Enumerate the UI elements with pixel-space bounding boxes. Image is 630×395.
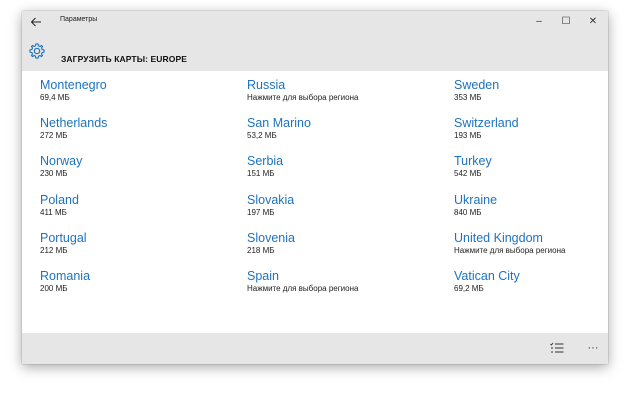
country-name: Netherlands — [40, 116, 108, 130]
country-name: Serbia — [247, 154, 284, 168]
country-item[interactable]: Norway 230 МБ — [40, 154, 240, 188]
country-size: 197 МБ — [247, 208, 275, 217]
country-name: Switzerland — [454, 116, 519, 130]
country-size: 69,2 МБ — [454, 284, 484, 293]
country-size: 69,4 МБ — [40, 93, 70, 102]
checklist-icon[interactable] — [547, 340, 567, 356]
country-item[interactable]: Romania 200 МБ — [40, 269, 240, 303]
country-name: Portugal — [40, 231, 87, 245]
country-item[interactable]: Sweden 353 МБ — [454, 78, 630, 112]
country-size: Нажмите для выбора региона — [247, 93, 359, 102]
page-title: ЗАГРУЗИТЬ КАРТЫ: EUROPE — [61, 54, 188, 64]
maximize-button[interactable]: ☐ — [553, 13, 579, 31]
country-item[interactable]: Serbia 151 МБ — [247, 154, 447, 188]
country-item[interactable]: Turkey 542 МБ — [454, 154, 630, 188]
country-size: Нажмите для выбора региона — [247, 284, 359, 293]
country-size: 840 МБ — [454, 208, 482, 217]
country-grid: Montenegro 69,4 МБ Netherlands 272 МБ No… — [40, 78, 600, 328]
country-item[interactable]: Ukraine 840 МБ — [454, 193, 630, 227]
minimize-button[interactable]: – — [526, 13, 552, 31]
country-size: 193 МБ — [454, 131, 482, 140]
country-item[interactable]: Vatican City 69,2 МБ — [454, 269, 630, 303]
country-name: Poland — [40, 193, 79, 207]
country-item[interactable]: Portugal 212 МБ — [40, 231, 240, 265]
country-size: 151 МБ — [247, 169, 275, 178]
country-size: 218 МБ — [247, 246, 275, 255]
country-size: 230 МБ — [40, 169, 68, 178]
country-name: Turkey — [454, 154, 492, 168]
page-header: ЗАГРУЗИТЬ КАРТЫ: EUROPE — [22, 33, 608, 71]
gear-icon — [28, 42, 46, 60]
country-name: Ukraine — [454, 193, 498, 207]
country-size: 200 МБ — [40, 284, 68, 293]
country-name: Russia — [247, 78, 286, 92]
country-item[interactable]: Spain Нажмите для выбора региона — [247, 269, 447, 303]
country-name: Montenegro — [40, 78, 107, 92]
command-bar: ··· — [22, 333, 608, 364]
country-name: San Marino — [247, 116, 311, 130]
country-item[interactable]: United Kingdom Нажмите для выбора регион… — [454, 231, 630, 265]
back-arrow-icon[interactable] — [28, 14, 44, 30]
more-icon[interactable]: ··· — [583, 340, 603, 356]
country-item[interactable]: Poland 411 МБ — [40, 193, 240, 227]
title-bar: Параметры – ☐ ✕ — [22, 11, 608, 33]
country-size: 212 МБ — [40, 246, 68, 255]
country-size: 53,2 МБ — [247, 131, 277, 140]
country-item[interactable]: Montenegro 69,4 МБ — [40, 78, 240, 112]
country-size: 542 МБ — [454, 169, 482, 178]
country-item[interactable]: Switzerland 193 МБ — [454, 116, 630, 150]
country-name: Norway — [40, 154, 83, 168]
country-item[interactable]: Russia Нажмите для выбора региона — [247, 78, 447, 112]
country-item[interactable]: San Marino 53,2 МБ — [247, 116, 447, 150]
country-size: 411 МБ — [40, 208, 67, 217]
close-button[interactable]: ✕ — [580, 13, 606, 31]
country-size: 353 МБ — [454, 93, 482, 102]
country-name: Slovenia — [247, 231, 295, 245]
country-name: Vatican City — [454, 269, 520, 283]
country-item[interactable]: Slovenia 218 МБ — [247, 231, 447, 265]
country-name: Spain — [247, 269, 279, 283]
country-name: Sweden — [454, 78, 500, 92]
country-item[interactable]: Netherlands 272 МБ — [40, 116, 240, 150]
country-item[interactable]: Slovakia 197 МБ — [247, 193, 447, 227]
country-name: Slovakia — [247, 193, 295, 207]
app-title: Параметры — [60, 16, 98, 23]
country-name: Romania — [40, 269, 91, 283]
country-name: United Kingdom — [454, 231, 543, 245]
country-size: Нажмите для выбора региона — [454, 246, 566, 255]
country-size: 272 МБ — [40, 131, 68, 140]
app-window: Параметры – ☐ ✕ ЗАГРУЗИТЬ КАРТЫ: EUROPE … — [22, 11, 608, 364]
